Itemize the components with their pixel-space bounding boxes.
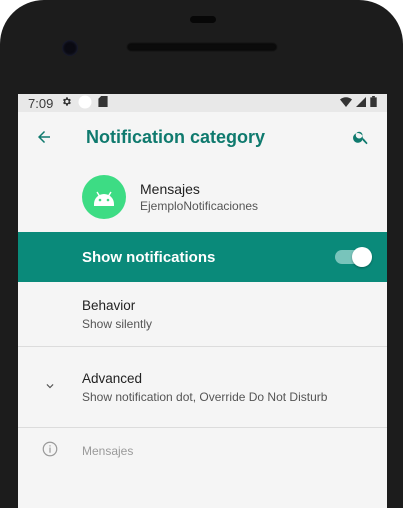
show-notifications-switch[interactable] <box>335 247 372 267</box>
phone-frame: 7:09 Notification category Mensajes Ejem… <box>0 0 403 508</box>
status-time: 7:09 <box>28 95 54 111</box>
advanced-title: Advanced <box>82 370 143 386</box>
speaker-grille <box>126 42 278 52</box>
chevron-down-icon <box>43 378 57 397</box>
earpiece <box>190 16 216 23</box>
advanced-summary: Show notification dot, Override Do Not D… <box>82 389 328 404</box>
behavior-summary: Show silently <box>82 316 153 331</box>
footer-text: Mensajes <box>82 444 134 458</box>
circle-icon <box>78 95 92 112</box>
settings-icon <box>61 96 72 110</box>
show-notifications-row[interactable]: Show notifications <box>18 232 387 282</box>
arrow-back-icon[interactable] <box>30 123 58 151</box>
switch-knob <box>352 247 372 267</box>
status-bar: 7:09 <box>18 94 387 112</box>
advanced-row[interactable]: Advanced Show notification dot, Override… <box>18 347 387 428</box>
app-name: Mensajes <box>140 181 200 197</box>
wifi-icon <box>340 96 352 110</box>
battery-icon <box>370 96 377 110</box>
phone-bezel <box>0 0 403 94</box>
app-package: EjemploNotificaciones <box>140 199 259 213</box>
footer-row: Mensajes <box>18 428 387 474</box>
front-camera <box>62 40 78 56</box>
info-icon <box>41 440 59 462</box>
page-title: Notification category <box>86 126 266 147</box>
search-icon[interactable] <box>347 123 375 151</box>
sdcard-icon <box>98 96 108 110</box>
signal-icon <box>356 96 366 110</box>
behavior-title: Behavior <box>82 297 136 313</box>
app-bar: Notification category <box>18 112 387 162</box>
show-notifications-label: Show notifications <box>82 248 216 266</box>
behavior-row[interactable]: Behavior Show silently <box>18 282 387 347</box>
app-header: Mensajes EjemploNotificaciones <box>18 162 387 232</box>
screen: 7:09 Notification category Mensajes Ejem… <box>18 94 387 508</box>
android-icon <box>82 175 126 219</box>
